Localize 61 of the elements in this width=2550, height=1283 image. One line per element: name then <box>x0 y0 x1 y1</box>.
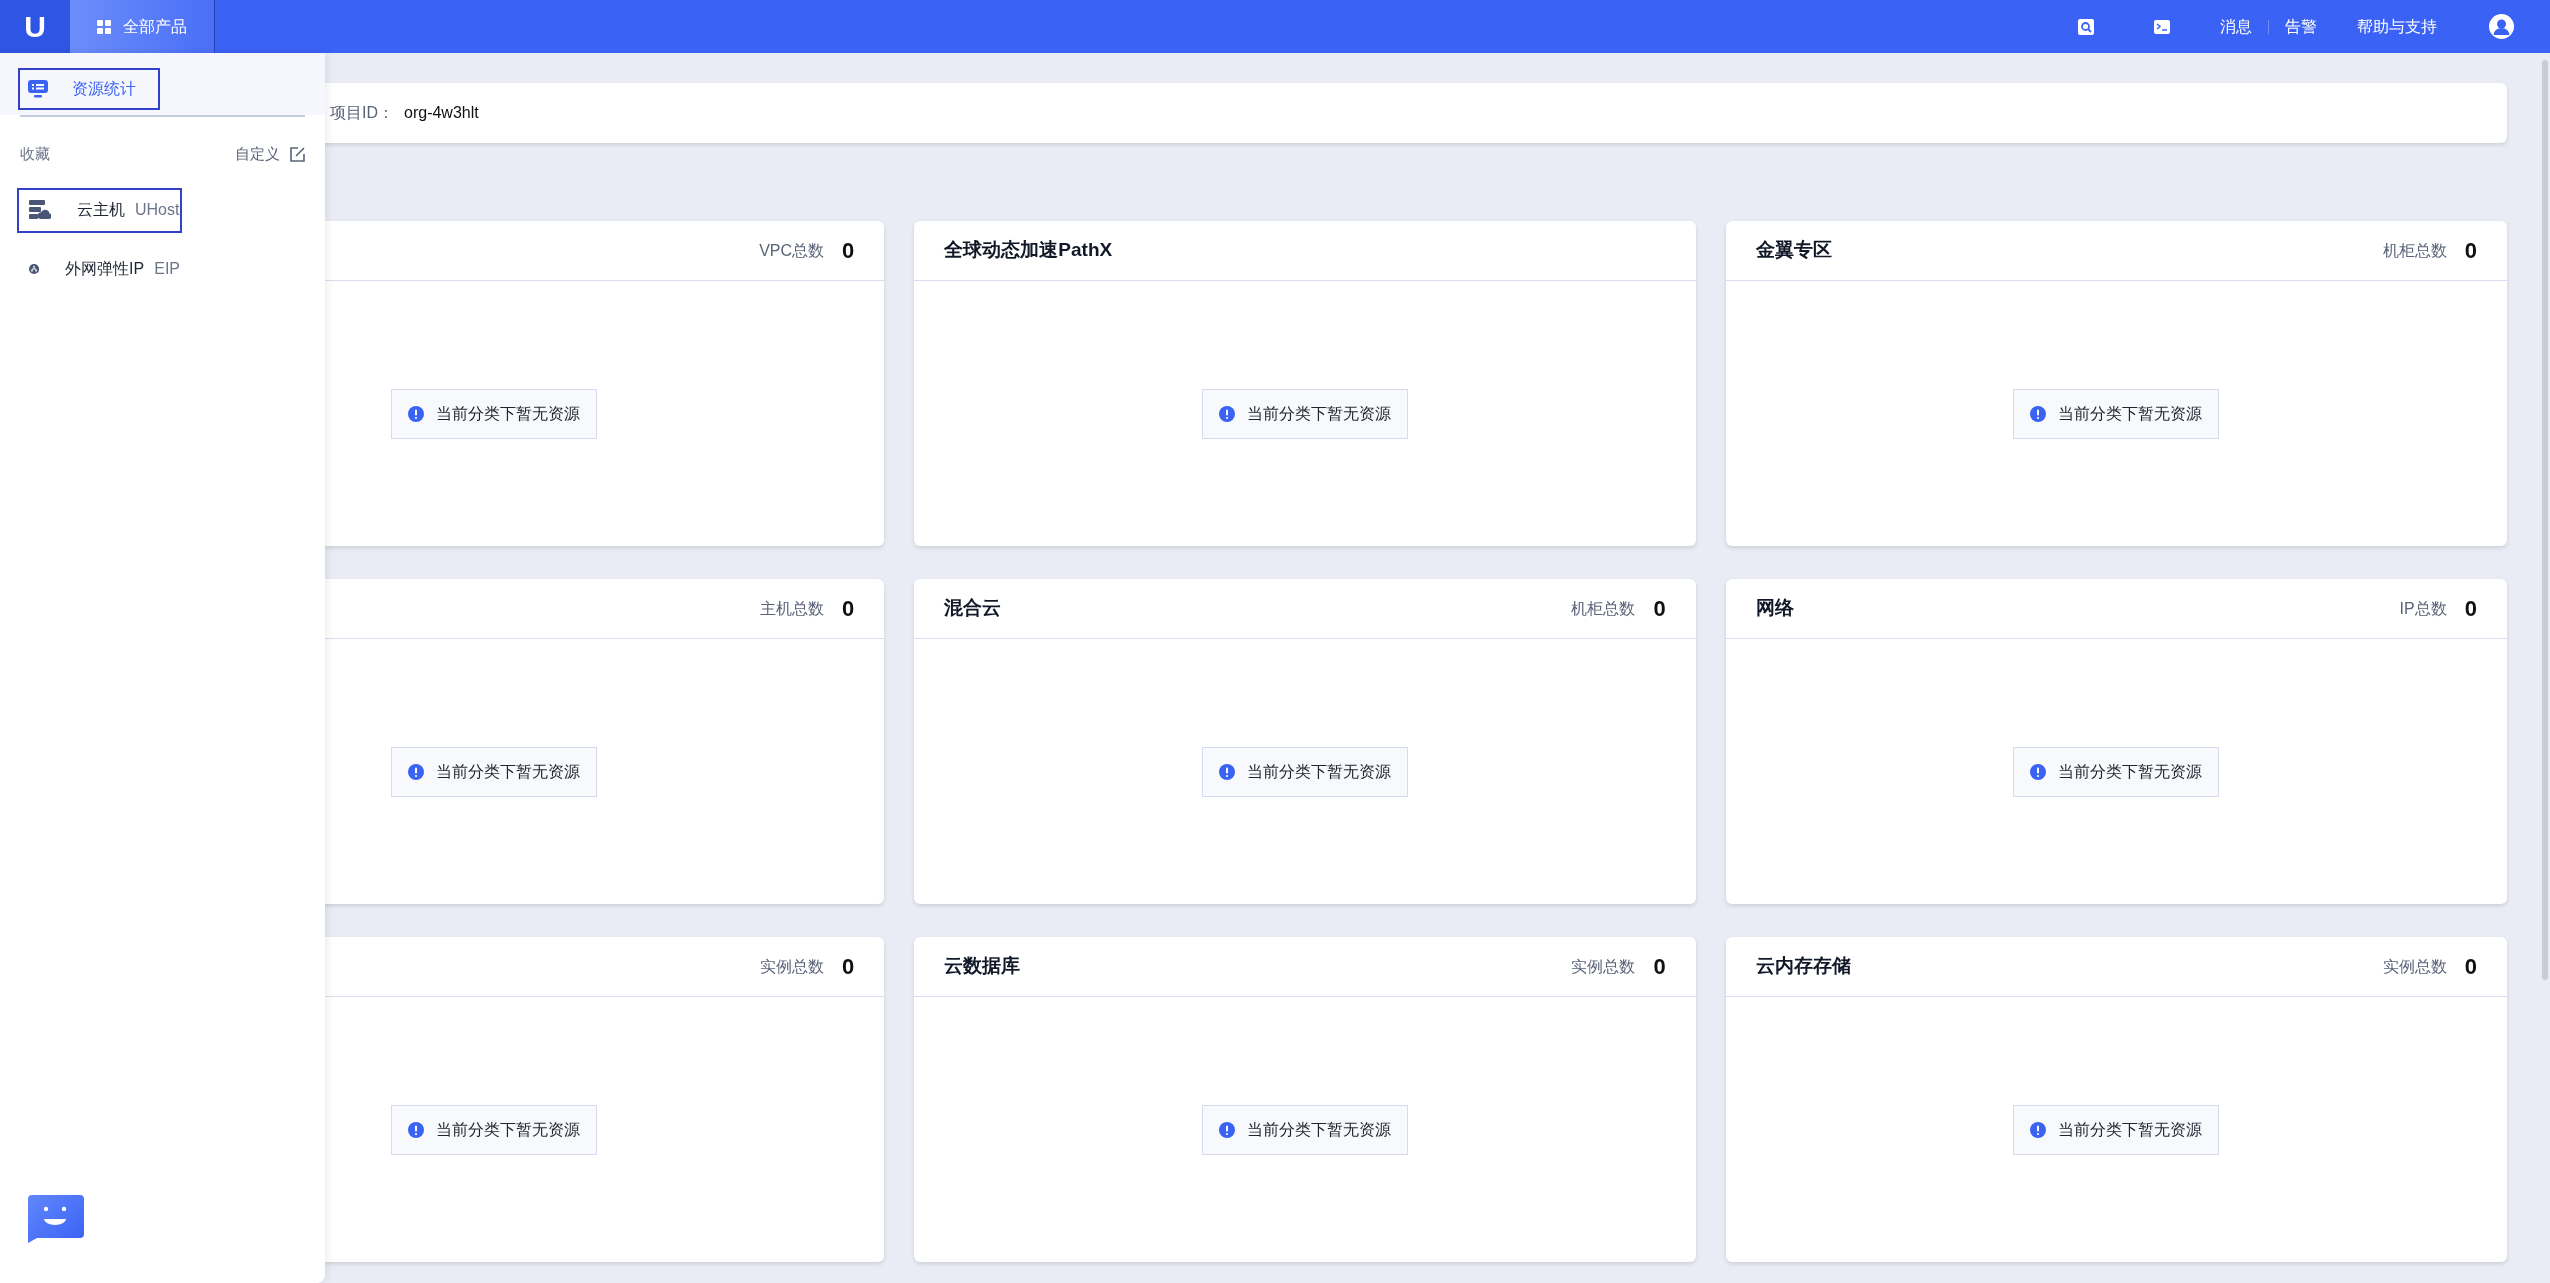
info-icon <box>1219 763 1235 780</box>
count-value: 0 <box>842 237 855 265</box>
count-label: VPC总数 <box>759 240 825 261</box>
customize-button[interactable]: 自定义 <box>235 143 305 166</box>
empty-message: 当前分类下暂无资源 <box>1247 403 1391 424</box>
chat-bot-icon[interactable] <box>28 1195 84 1243</box>
empty-message: 当前分类下暂无资源 <box>1247 1119 1391 1140</box>
info-icon <box>2030 1121 2047 1138</box>
count-value: 0 <box>842 595 855 623</box>
empty-message: 当前分类下暂无资源 <box>2058 1119 2203 1140</box>
monitor-icon <box>28 80 48 98</box>
card-title: 混合云 <box>944 596 1002 621</box>
info-icon <box>2030 405 2047 422</box>
info-icon <box>1219 405 1235 422</box>
count-label: IP总数 <box>2399 598 2447 619</box>
info-icon <box>1219 1121 1235 1138</box>
card-title: 金翼专区 <box>1755 238 1832 263</box>
count-value: 0 <box>842 953 855 981</box>
project-id-value: org-4w3hlt <box>404 103 479 123</box>
edit-icon <box>290 146 305 162</box>
scrollbar-thumb[interactable] <box>2542 60 2548 980</box>
count-label: 实例总数 <box>1571 956 1636 977</box>
favorites-heading: 收藏 <box>20 144 50 164</box>
info-icon <box>407 405 424 422</box>
server-cloud-icon <box>29 200 51 220</box>
nav-link[interactable]: 告警 <box>2285 14 2317 39</box>
info-icon <box>407 763 424 780</box>
info-icon <box>2030 763 2047 780</box>
empty-message: 当前分类下暂无资源 <box>435 761 580 782</box>
favorite-item[interactable]: 云主机 UHost <box>17 187 182 233</box>
count-value: 0 <box>2464 953 2477 981</box>
terminal-icon[interactable] <box>2154 19 2170 34</box>
count-label: 实例总数 <box>2382 956 2447 977</box>
search-icon[interactable] <box>2078 18 2094 35</box>
info-icon <box>407 1121 424 1138</box>
count-value: 0 <box>2464 595 2477 623</box>
count-value: 0 <box>2464 237 2477 265</box>
project-id-label: 项目ID： <box>330 103 394 123</box>
card-title: 云数据库 <box>944 954 1021 979</box>
logo[interactable]: U <box>0 0 70 53</box>
card-title: 网络 <box>1755 596 1794 621</box>
empty-message: 当前分类下暂无资源 <box>435 403 580 424</box>
avatar-icon[interactable] <box>2489 14 2514 39</box>
count-value: 0 <box>1653 595 1666 623</box>
count-label: 机柜总数 <box>2382 240 2447 261</box>
sidebar-item[interactable]: 资源统计 <box>18 68 160 110</box>
nav-link[interactable]: 帮助与支持 <box>2357 14 2437 39</box>
card-title: 云内存存储 <box>1755 954 1851 979</box>
count-value: 0 <box>1653 953 1666 981</box>
card-title: 全球动态加速PathX <box>944 238 1113 263</box>
count-label: 主机总数 <box>760 598 825 619</box>
all-products-menu[interactable]: 全部产品 <box>70 0 215 53</box>
empty-message: 当前分类下暂无资源 <box>1247 761 1391 782</box>
favorite-item[interactable]: 外网弹性IP EIP <box>17 246 182 292</box>
nav-link[interactable]: 消息 <box>2220 14 2252 39</box>
count-label: 实例总数 <box>760 956 825 977</box>
empty-message: 当前分类下暂无资源 <box>435 1119 580 1140</box>
empty-message: 当前分类下暂无资源 <box>2058 403 2203 424</box>
count-label: 机柜总数 <box>1571 598 1636 619</box>
empty-message: 当前分类下暂无资源 <box>2058 761 2203 782</box>
grid-icon <box>97 19 111 34</box>
